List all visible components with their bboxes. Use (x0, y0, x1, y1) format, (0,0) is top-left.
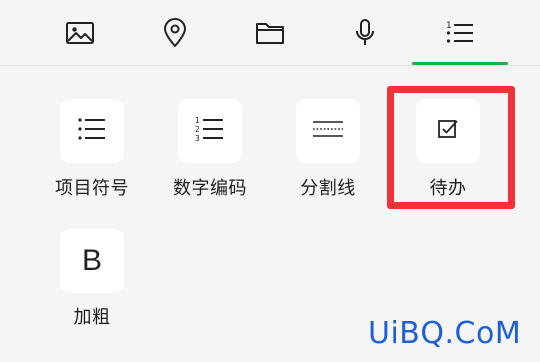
svg-text:3: 3 (195, 134, 200, 142)
tab-file[interactable] (222, 0, 318, 66)
tab-image[interactable] (32, 0, 128, 66)
tab-format[interactable]: 1 (412, 0, 508, 66)
bold-button[interactable]: B (60, 229, 124, 293)
tab-voice[interactable] (317, 0, 413, 66)
bold-icon: B (81, 244, 102, 277)
divider-icon (312, 119, 344, 143)
numbered-list-icon: 1 2 3 (195, 116, 225, 146)
microphone-icon (353, 18, 377, 48)
bullet-list-label: 项目符号 (55, 178, 129, 199)
folder-icon (255, 20, 285, 46)
divider-button[interactable] (296, 99, 360, 163)
divider-label: 分割线 (300, 178, 356, 199)
location-pin-icon (162, 18, 188, 48)
bullet-list-button[interactable] (60, 99, 124, 163)
watermark: UiBQ.CoM (368, 316, 522, 351)
list-icon: 1 (445, 19, 475, 47)
bullet-list-icon (77, 117, 107, 145)
svg-text:1: 1 (446, 21, 452, 31)
selected-tab-indicator (412, 62, 508, 65)
numbered-list-button[interactable]: 1 2 3 (178, 99, 242, 163)
image-icon (65, 20, 95, 46)
bold-label: 加粗 (73, 307, 111, 328)
insert-toolbar: 1 (0, 0, 540, 66)
tab-location[interactable] (127, 0, 223, 66)
svg-text:1: 1 (195, 116, 200, 125)
numbered-list-label: 数字编码 (173, 178, 247, 199)
highlight-box (387, 86, 515, 209)
svg-text:2: 2 (195, 125, 200, 134)
